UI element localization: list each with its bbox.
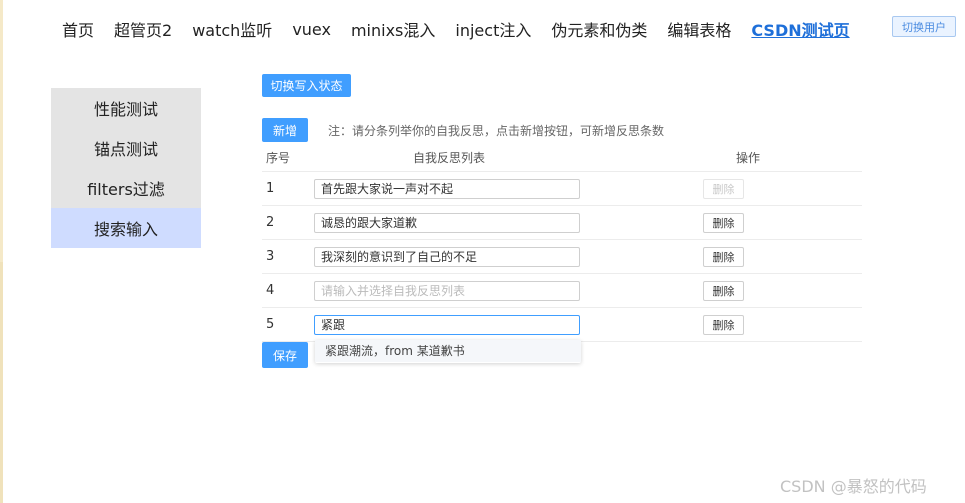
side-item-filters[interactable]: filters过滤 xyxy=(51,168,201,208)
delete-button[interactable]: 删除 xyxy=(703,212,744,233)
switch-user-button[interactable]: 切换用户 xyxy=(892,16,956,37)
top-nav: 首页 超管页2 watch监听 vuex minixs混入 inject注入 伪… xyxy=(62,16,870,42)
reflection-input[interactable] xyxy=(314,280,580,301)
table-row: 5 删除 xyxy=(262,308,862,342)
left-edge-accent-lower xyxy=(0,262,3,503)
add-button[interactable]: 新增 xyxy=(262,118,308,142)
nav-item-edit-table[interactable]: 编辑表格 xyxy=(667,17,731,41)
row-index: 1 xyxy=(266,181,275,196)
nav-item-inject[interactable]: inject注入 xyxy=(455,17,531,41)
reflection-input[interactable] xyxy=(314,212,580,233)
row-index: 2 xyxy=(266,215,275,230)
header-index: 序号 xyxy=(266,150,291,165)
row-index: 3 xyxy=(266,249,275,264)
table-row: 2 删除 xyxy=(262,206,862,240)
watermark: CSDN @暴怒的代码 xyxy=(780,477,927,496)
toggle-write-state-button[interactable]: 切换写入状态 xyxy=(262,74,351,97)
side-item-performance[interactable]: 性能测试 xyxy=(51,88,201,128)
autocomplete-dropdown: 紧跟潮流，from 某道歉书 xyxy=(315,340,581,363)
header-list: 自我反思列表 xyxy=(412,150,485,165)
instruction-note: 注：请分条列举你的自我反思，点击新增按钮，可新增反思条数 xyxy=(328,124,665,138)
nav-item-vuex[interactable]: vuex xyxy=(292,20,331,39)
row-index: 4 xyxy=(266,283,275,298)
nav-item-home[interactable]: 首页 xyxy=(62,17,94,41)
side-item-anchor[interactable]: 锚点测试 xyxy=(51,128,201,168)
save-button[interactable]: 保存 xyxy=(262,342,308,368)
delete-button[interactable]: 删除 xyxy=(703,246,744,267)
autocomplete-option[interactable]: 紧跟潮流，from 某道歉书 xyxy=(315,340,581,362)
delete-button[interactable]: 删除 xyxy=(703,314,744,335)
table-row: 1 删除 xyxy=(262,172,862,206)
table-row: 4 删除 xyxy=(262,274,862,308)
nav-item-watch[interactable]: watch监听 xyxy=(192,17,272,41)
delete-button[interactable]: 删除 xyxy=(703,178,744,199)
nav-item-pseudo[interactable]: 伪元素和伪类 xyxy=(551,17,647,41)
reflection-table: 序号 自我反思列表 操作 1 删除 2 删除 3 删除 4 删除 5 删除 xyxy=(262,143,862,342)
reflection-input[interactable] xyxy=(314,246,580,267)
reflection-input[interactable] xyxy=(314,178,580,199)
nav-item-admin2[interactable]: 超管页2 xyxy=(114,17,172,41)
nav-item-csdn-test[interactable]: CSDN测试页 xyxy=(751,17,849,41)
nav-item-mixins[interactable]: minixs混入 xyxy=(351,17,435,41)
table-header: 序号 自我反思列表 操作 xyxy=(262,143,862,172)
side-item-search-input[interactable]: 搜索输入 xyxy=(51,208,201,248)
table-row: 3 删除 xyxy=(262,240,862,274)
row-index: 5 xyxy=(266,317,275,332)
side-menu: 性能测试 锚点测试 filters过滤 搜索输入 xyxy=(51,88,201,248)
delete-button[interactable]: 删除 xyxy=(703,280,744,301)
header-ops: 操作 xyxy=(735,150,760,165)
reflection-input-focused[interactable] xyxy=(314,314,580,335)
